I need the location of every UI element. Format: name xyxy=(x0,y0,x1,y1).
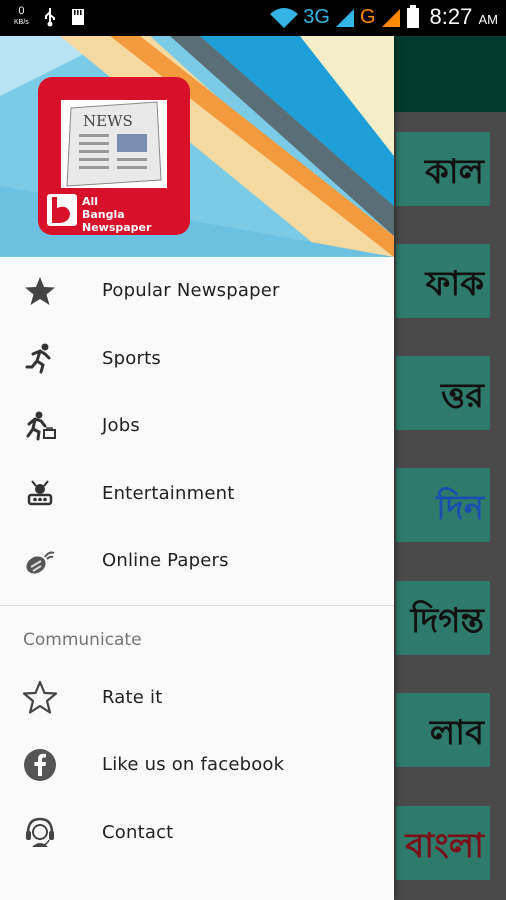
newspaper-card-text: ত্তর xyxy=(440,376,484,416)
drawer-menu: Popular Newspaper Sports Jobs Entertainm… xyxy=(0,257,394,866)
battery-icon xyxy=(406,5,419,28)
menu-item-label: Contact xyxy=(102,821,174,843)
logo-line1: All xyxy=(82,195,99,208)
speed-value: 0 xyxy=(18,5,25,17)
logo-b-icon xyxy=(47,194,77,226)
online-icon xyxy=(22,543,58,579)
entertainment-icon xyxy=(22,475,58,511)
newspaper-card[interactable]: লাব xyxy=(396,693,490,767)
job-runner-icon xyxy=(22,408,58,444)
network-3g-label: 3G xyxy=(303,5,330,28)
menu-item-facebook[interactable]: Like us on facebook xyxy=(0,731,394,799)
clock-time: 8:27 xyxy=(429,4,473,29)
sd-card-icon xyxy=(71,9,84,25)
running-icon xyxy=(22,340,58,376)
logo-paper-text: NEWS xyxy=(83,112,133,130)
menu-item-label: Sports xyxy=(102,347,161,369)
star-outline-icon xyxy=(22,679,58,715)
facebook-icon xyxy=(22,747,58,783)
wifi-icon xyxy=(270,8,299,28)
menu-item-label: Online Papers xyxy=(102,550,229,572)
menu-item-entertainment[interactable]: Entertainment xyxy=(0,460,394,528)
menu-item-label: Like us on facebook xyxy=(102,754,285,776)
drawer-header: NEWS All Bangla Newspaper xyxy=(0,36,394,257)
section-header-label: Communicate xyxy=(23,629,142,650)
newspaper-card[interactable]: কাল xyxy=(396,132,490,206)
menu-item-label: Popular Newspaper xyxy=(102,280,280,302)
headset-icon xyxy=(22,814,58,850)
signal-3g-icon xyxy=(335,9,354,27)
menu-item-online-papers[interactable]: Online Papers xyxy=(0,527,394,595)
newspaper-card-text: কাল xyxy=(425,152,484,192)
speed-unit: KB/s xyxy=(14,19,29,26)
logo-text: All Bangla Newspaper xyxy=(82,195,190,234)
clock: 8:27 AM xyxy=(430,4,498,30)
logo-line2: Bangla Newspaper xyxy=(82,208,152,234)
signal-g-icon xyxy=(381,9,400,27)
star-icon xyxy=(22,273,58,309)
clock-ampm: AM xyxy=(478,12,499,27)
newspaper-card[interactable]: দিগন্ত xyxy=(396,581,490,655)
menu-item-label: Entertainment xyxy=(102,482,235,504)
newspaper-card[interactable]: বাংলা xyxy=(396,806,490,880)
menu-item-jobs[interactable]: Jobs xyxy=(0,392,394,460)
navigation-drawer: NEWS All Bangla Newspaper Popular Newspa… xyxy=(0,36,394,900)
newspaper-card-text: দিগন্ত xyxy=(410,601,484,641)
communicate-section-header: Communicate xyxy=(0,606,394,664)
menu-item-contact[interactable]: Contact xyxy=(0,799,394,867)
menu-item-sports[interactable]: Sports xyxy=(0,325,394,393)
newspaper-card-text: বাংলা xyxy=(405,826,484,866)
newspaper-card-text: দিন xyxy=(436,488,484,528)
status-bar: 0 KB/s 3G G 8:27 AM xyxy=(0,0,506,36)
newspaper-card[interactable]: দিন xyxy=(396,468,490,542)
network-g-label: G xyxy=(359,5,376,28)
newspaper-card[interactable]: ত্তর xyxy=(396,356,490,430)
menu-item-label: Rate it xyxy=(102,686,163,708)
network-speed: 0 KB/s xyxy=(14,6,29,28)
menu-item-label: Jobs xyxy=(102,415,140,437)
app-logo: NEWS All Bangla Newspaper xyxy=(38,77,190,235)
menu-item-popular-newspaper[interactable]: Popular Newspaper xyxy=(0,257,394,325)
newspaper-card[interactable]: ফাক xyxy=(396,244,490,318)
newspaper-graphic: NEWS xyxy=(61,100,167,188)
menu-item-rate-it[interactable]: Rate it xyxy=(0,664,394,732)
newspaper-card-text: ফাক xyxy=(425,264,485,304)
usb-icon xyxy=(44,8,55,27)
newspaper-card-text: লাব xyxy=(429,713,484,753)
